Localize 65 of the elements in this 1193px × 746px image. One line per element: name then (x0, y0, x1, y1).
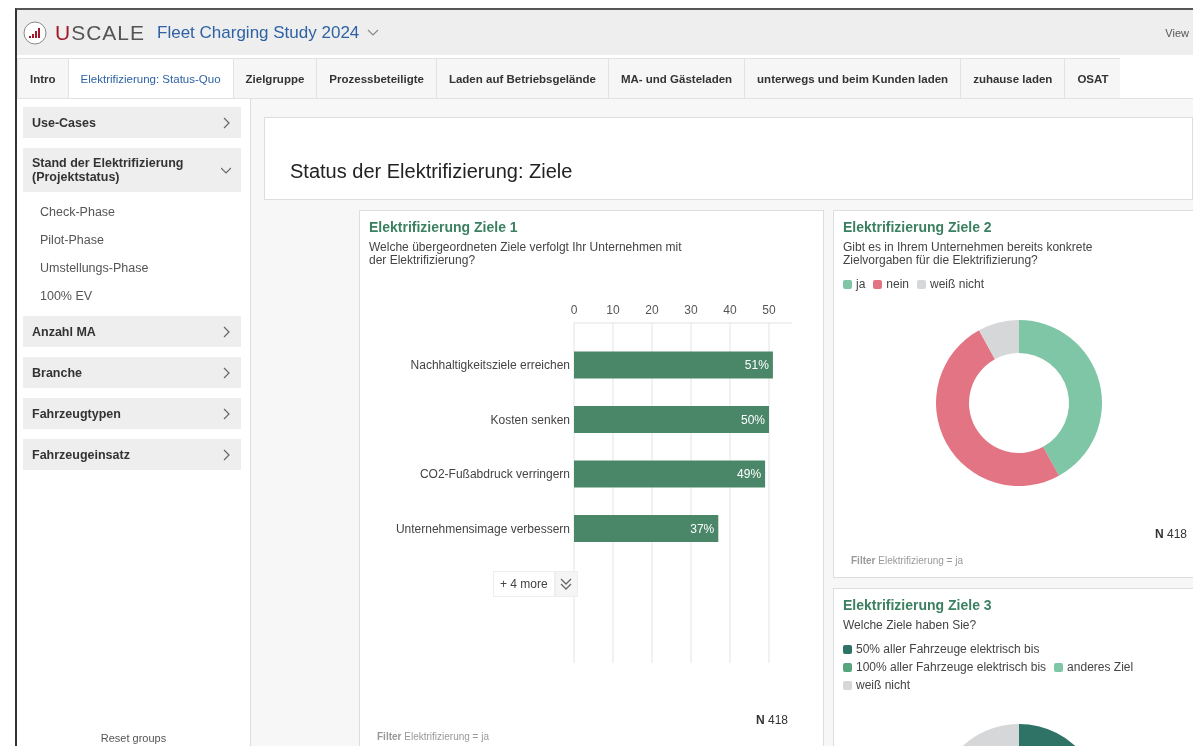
tab[interactable]: Elektrifizierung: Status-Quo (67, 58, 233, 98)
category-label: CO2-Fußabdruck verringern (419, 467, 570, 482)
legend-label: anderes Ziel (1067, 660, 1134, 675)
show-more-button[interactable]: + 4 more (493, 571, 555, 598)
view-link[interactable]: View (1165, 26, 1189, 39)
sample-size: N 418 (755, 713, 788, 728)
logo-text: USCALE (55, 20, 146, 45)
tab[interactable]: unterwegs und beim Kunden laden (744, 58, 961, 98)
filter-option[interactable]: 100% EV (40, 289, 93, 303)
category-label: Nachhaltigkeitsziele erreichen (410, 358, 570, 373)
caret-icon[interactable] (367, 28, 380, 37)
filter-option[interactable]: Umstellungs-Phase (40, 261, 149, 275)
filter-group[interactable]: Fahrzeugtypen (23, 398, 241, 429)
filter-text: Filter Elektrifizierung = ja (377, 731, 489, 743)
chevron-right-icon (221, 447, 231, 462)
axis-tick-label: 10 (606, 303, 620, 318)
chevron-right-icon (221, 406, 231, 421)
tab[interactable]: Laden auf Betriebsgelände (435, 58, 608, 98)
category-label: Unternehmensimage verbessern (395, 521, 570, 536)
double-chevron-icon (560, 578, 573, 591)
card-title: Elektrifizierung Ziele 1 (369, 219, 519, 235)
logo-icon (23, 20, 47, 45)
study-title[interactable]: Fleet Charging Study 2024 (157, 22, 360, 43)
tab[interactable]: OSAT (1064, 58, 1121, 98)
tab[interactable]: Intro (17, 58, 68, 98)
question-text: Gibt es in Ihrem Unternehmen bereits konkrete Zielvorgaben für die Elektrifizierung? (843, 241, 1094, 268)
legend-label: weiß nicht (856, 678, 911, 693)
card-title: Elektrifizierung Ziele 3 (843, 597, 993, 613)
filter-group[interactable]: Branche (23, 357, 241, 388)
filter-group[interactable]: Fahrzeugeinsatz (23, 439, 241, 470)
axis-tick-label: 50 (762, 303, 776, 318)
tab[interactable]: Prozessbeteiligte (316, 58, 436, 98)
chevron-right-icon (221, 365, 231, 380)
tab[interactable]: zuhause laden (960, 58, 1065, 98)
value-label: 50% (740, 412, 765, 427)
legend-label: ja (856, 277, 866, 292)
filter-group[interactable]: Anzahl MA (23, 316, 241, 347)
chevron-right-icon (221, 115, 231, 130)
filter-group[interactable]: Stand der Elektrifizierung (Projektstatus) (23, 148, 241, 192)
reset-groups-link[interactable]: Reset groups (100, 732, 167, 744)
question-text: Welche Ziele haben Sie? (843, 619, 978, 633)
filter-option[interactable]: Pilot-Phase (40, 233, 104, 247)
page-title: Status der Elektrifizierung: Ziele (290, 160, 573, 183)
axis-tick-label: 20 (645, 303, 659, 318)
tab[interactable]: Zielgruppe (232, 58, 317, 98)
axis-tick-label: 0 (570, 303, 578, 318)
legend-label: nein (886, 277, 910, 292)
tab[interactable]: MA- und Gästeladen (607, 58, 745, 98)
filter-text: Filter Elektrifizierung = ja (851, 555, 963, 567)
chevron-right-icon (221, 324, 231, 339)
filter-option[interactable]: Check-Phase (40, 205, 116, 219)
axis-tick-label: 40 (723, 303, 737, 318)
category-label: Kosten senken (490, 412, 570, 427)
axis-tick-label: 30 (684, 303, 698, 318)
value-label: 51% (744, 358, 769, 373)
value-label: 49% (737, 467, 762, 482)
card-title: Elektrifizierung Ziele 2 (843, 219, 993, 235)
legend-label: 100% aller Fahrzeuge elektrisch bis (856, 660, 1047, 675)
value-label: 37% (690, 521, 715, 536)
question-text: Welche übergeordneten Ziele verfolgt Ihr Unternehmen mit der Elektrifizierung? (369, 241, 683, 268)
expand-button[interactable] (554, 571, 578, 598)
legend-label: 50% aller Fahrzeuge elektrisch bis (856, 642, 1040, 657)
filter-group[interactable]: Use-Cases (23, 107, 241, 138)
sample-size: N 418 (1154, 527, 1187, 542)
legend-label: weiß nicht (930, 277, 985, 292)
